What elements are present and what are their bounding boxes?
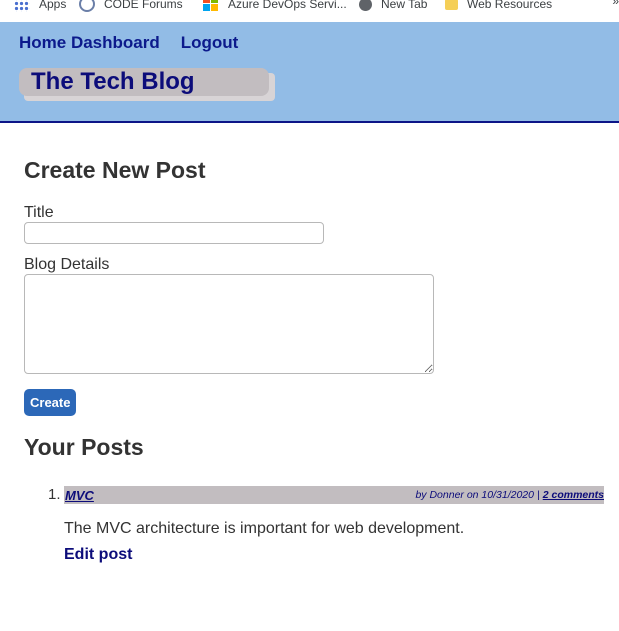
bookmark-azure-devops[interactable]: Azure DevOps Servi... (203, 0, 347, 14)
bookmark-new-tab[interactable]: New Tab (359, 0, 427, 14)
title-input[interactable] (24, 222, 324, 244)
post-comments-link[interactable]: 2 comments (543, 489, 604, 501)
bookmark-apps[interactable]: Apps (14, 0, 66, 14)
main-content: Create New Post Title Blog Details Creat… (24, 156, 604, 563)
post-body: The MVC architecture is important for we… (64, 520, 465, 537)
bookmark-label: Web Resources (467, 0, 553, 11)
create-post-heading: Create New Post (24, 157, 206, 183)
blog-details-label: Blog Details (24, 256, 110, 273)
blog-details-textarea[interactable] (24, 274, 434, 374)
post-list-item: 1. MVC by Donner on 10/31/2020 | 2 comment… (24, 486, 604, 564)
edit-post-link[interactable]: Edit post (64, 546, 132, 564)
bookmark-label: Apps (39, 0, 67, 11)
forum-icon (79, 0, 95, 12)
bookmarks-overflow-button[interactable]: » (612, 0, 619, 8)
site-header: Home Dashboard Logout The Tech Blog (0, 22, 619, 123)
post-meta-separator: | (536, 489, 540, 501)
bookmark-code-forums[interactable]: CODE Forums (79, 0, 183, 14)
bookmarks-bar: Apps CODE Forums Azure DevOps Servi... N… (0, 0, 619, 22)
apps-grid-icon (14, 0, 30, 12)
nav-home-dashboard-link[interactable]: Home Dashboard (19, 33, 160, 53)
site-title: The Tech Blog (31, 68, 195, 95)
bookmark-label: New Tab (381, 0, 428, 11)
folder-icon (445, 0, 458, 10)
bookmark-label: CODE Forums (104, 0, 183, 11)
bookmark-web-resources[interactable]: Web Resources (445, 0, 552, 14)
create-button[interactable]: Create (24, 389, 77, 416)
post-title-link[interactable]: MVC (65, 488, 94, 503)
globe-icon (359, 0, 372, 11)
your-posts-heading: Your Posts (24, 434, 144, 460)
title-label: Title (24, 204, 54, 221)
main-nav: Home Dashboard Logout (19, 33, 238, 53)
post-author-date: by Donner on 10/31/2020 (415, 489, 534, 501)
posts-list: 1. MVC by Donner on 10/31/2020 | 2 comment… (24, 486, 604, 564)
post-header: MVC by Donner on 10/31/2020 | 2 comments (64, 486, 604, 504)
post-number: 1. (48, 486, 61, 503)
azure-devops-icon (203, 0, 219, 12)
post-meta: by Donner on 10/31/2020 | 2 comments (415, 489, 604, 501)
site-brand[interactable]: The Tech Blog (19, 68, 269, 96)
bookmark-label: Azure DevOps Servi... (228, 0, 347, 11)
nav-logout-link[interactable]: Logout (181, 33, 239, 53)
